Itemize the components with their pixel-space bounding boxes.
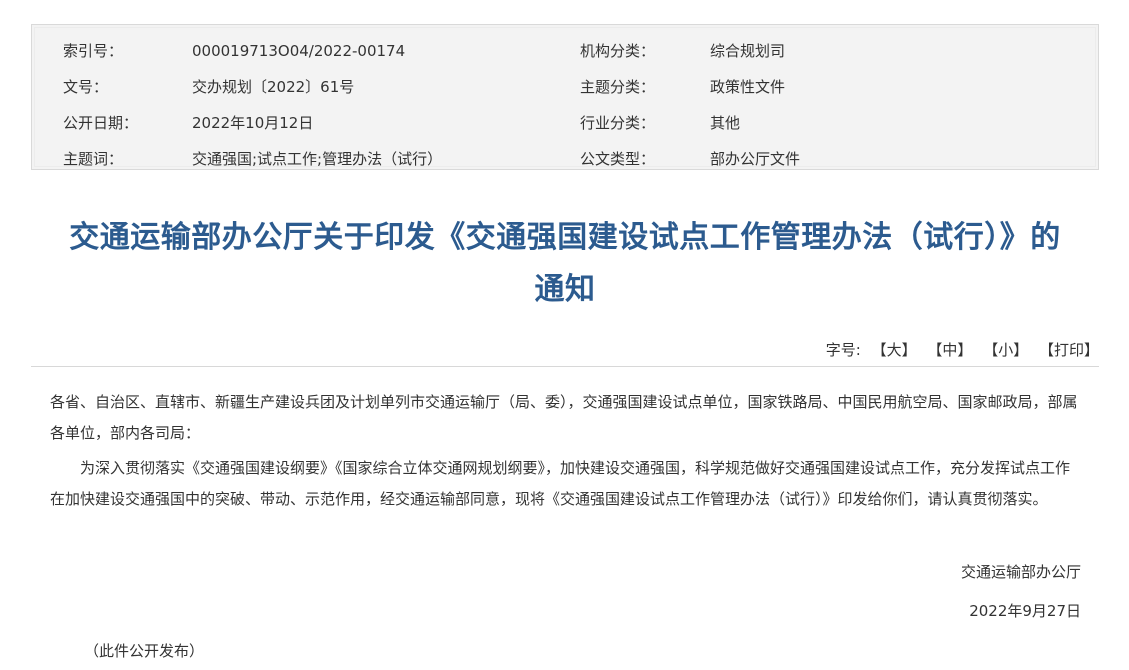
signature-date: 2022年9月27日 xyxy=(969,602,1081,620)
metadata-row-index: 索引号： 000019713O04/2022-00174 机构分类： 综合规划司 xyxy=(32,33,1098,69)
metadata-row-doc-number: 文号： 交办规划〔2022〕61号 主题分类： 政策性文件 xyxy=(32,69,1098,105)
font-large-button[interactable]: 【大】 xyxy=(872,341,917,359)
title-divider xyxy=(31,366,1099,367)
font-size-label: 字号: xyxy=(825,341,861,359)
topic-category-label: 主题分类： xyxy=(580,78,656,96)
organization-category-label: 机构分类： xyxy=(580,42,656,60)
industry-category-label: 行业分类： xyxy=(580,114,656,132)
body-paragraph: 为深入贯彻落实《交通强国建设纲要》《国家综合立体交通网规划纲要》，加快建设交通强… xyxy=(50,459,1071,508)
document-type-label: 公文类型： xyxy=(580,150,656,168)
publish-date-value: 2022年10月12日 xyxy=(192,114,314,132)
doc-number-label: 文号： xyxy=(63,78,109,96)
font-size-toolbar: 字号: 【大】 【中】 【小】 【打印】 xyxy=(826,336,1099,364)
industry-category-value: 其他 xyxy=(710,114,741,132)
index-number-label: 索引号： xyxy=(63,42,124,60)
signature-issuer: 交通运输部办公厅 xyxy=(960,563,1081,581)
publish-date-label: 公开日期： xyxy=(63,114,139,132)
page-title: 交通运输部办公厅关于印发《交通强国建设试点工作管理办法（试行）》的 通知 xyxy=(31,212,1099,316)
document-body: 各省、自治区、直辖市、新疆生产建设兵团及计划单列市交通运输厅（局、委），交通强国… xyxy=(50,387,1080,515)
organization-category-value: 综合规划司 xyxy=(710,42,786,60)
title-line-1: 交通运输部办公厅关于印发《交通强国建设试点工作管理办法（试行）》的 xyxy=(69,220,1061,255)
doc-number-value: 交办规划〔2022〕61号 xyxy=(192,78,355,96)
metadata-row-publish-date: 公开日期： 2022年10月12日 行业分类： 其他 xyxy=(32,105,1098,141)
topic-category-value: 政策性文件 xyxy=(710,78,786,96)
title-line-2: 通知 xyxy=(534,272,596,307)
keywords-value: 交通强国;试点工作;管理办法（试行） xyxy=(192,150,443,168)
addressees-paragraph: 各省、自治区、直辖市、新疆生产建设兵团及计划单列市交通运输厅（局、委），交通强国… xyxy=(50,393,1078,442)
keywords-label: 主题词： xyxy=(63,150,124,168)
metadata-panel: 索引号： 000019713O04/2022-00174 机构分类： 综合规划司… xyxy=(31,24,1099,170)
metadata-row-keywords: 主题词： 交通强国;试点工作;管理办法（试行） 公文类型： 部办公厅文件 xyxy=(32,141,1098,177)
document-type-value: 部办公厅文件 xyxy=(710,150,801,168)
print-button[interactable]: 【打印】 xyxy=(1039,341,1099,359)
font-medium-button[interactable]: 【中】 xyxy=(927,341,972,359)
publication-note: （此件公开发布） xyxy=(84,642,205,660)
index-number-value: 000019713O04/2022-00174 xyxy=(192,42,406,60)
font-small-button[interactable]: 【小】 xyxy=(983,341,1028,359)
